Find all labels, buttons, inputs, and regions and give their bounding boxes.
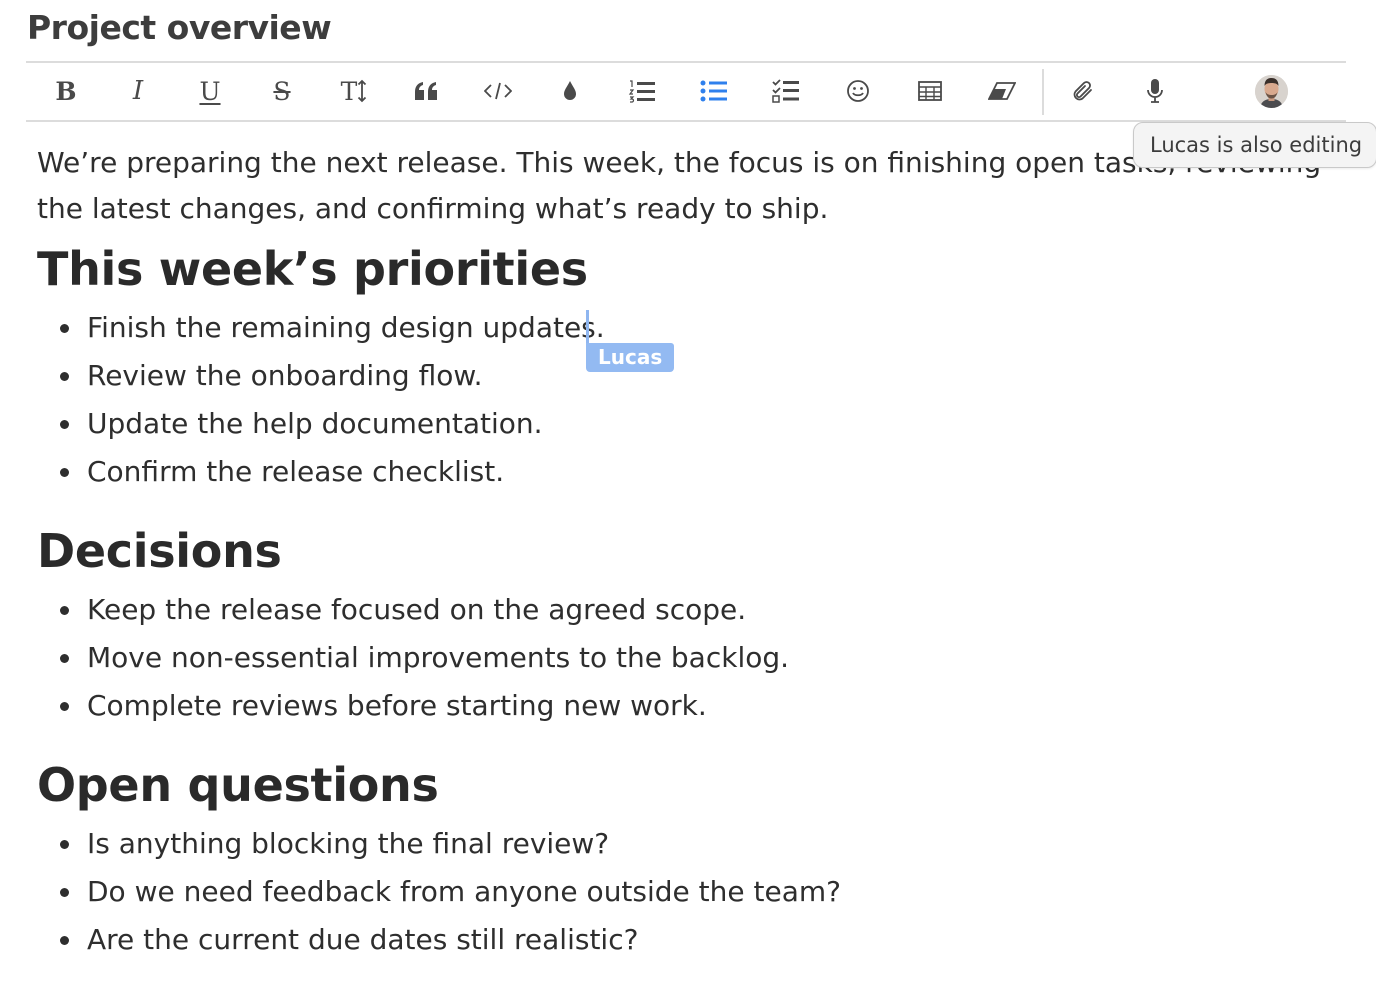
text-size-button[interactable]: T (332, 71, 376, 111)
code-icon (484, 82, 512, 100)
priorities-list: Finish the remaining design updates. Rev… (37, 304, 605, 496)
collaborator-caret (586, 310, 589, 343)
eraser-icon (988, 82, 1016, 100)
list-item: Finish the remaining design updates. (37, 304, 605, 352)
bulleted-list-icon (700, 80, 727, 102)
decisions-list: Keep the release focused on the agreed s… (37, 586, 789, 730)
numbered-list-button[interactable] (620, 71, 664, 111)
list-item: Keep the release focused on the agreed s… (37, 586, 789, 634)
microphone-icon (1147, 79, 1163, 103)
clear-formatting-button[interactable] (980, 71, 1024, 111)
table-icon (918, 81, 942, 101)
underline-button[interactable]: U (188, 71, 232, 111)
italic-button[interactable]: I (116, 71, 160, 111)
toolbar-separator (1042, 69, 1044, 115)
table-button[interactable] (908, 71, 952, 111)
attach-button[interactable] (1061, 71, 1105, 111)
code-button[interactable] (476, 71, 520, 111)
strikethrough-button[interactable]: S (260, 71, 304, 111)
list-item: Review the onboarding flow. (37, 352, 605, 400)
collaborator-avatar[interactable] (1255, 75, 1288, 108)
list-item: Are the current due dates still realisti… (37, 916, 841, 964)
numbered-list-icon (628, 80, 655, 103)
list-item: Is anything blocking the final review? (37, 820, 841, 868)
voice-input-button[interactable] (1133, 71, 1177, 111)
paperclip-icon (1073, 81, 1092, 101)
text-color-button[interactable] (548, 71, 592, 111)
list-item: Confirm the release checklist. (37, 448, 605, 496)
checklist-icon (772, 79, 799, 103)
checklist-button[interactable] (764, 71, 808, 111)
underline-icon: U (199, 76, 221, 106)
list-item: Move non-essential improvements to the b… (37, 634, 789, 682)
section-heading-decisions: Decisions (37, 524, 282, 578)
bulleted-list-button[interactable] (692, 71, 736, 111)
document-title: Project overview (27, 8, 332, 47)
section-heading-priorities: This week’s priorities (37, 242, 588, 296)
color-drop-icon (564, 81, 576, 100)
quote-icon (415, 82, 437, 100)
collaborator-cursor-label: Lucas (586, 343, 675, 372)
quote-button[interactable] (404, 71, 448, 111)
collaborator-tooltip: Lucas is also editing (1133, 122, 1376, 168)
emoji-button[interactable] (836, 71, 880, 111)
section-heading-open-questions: Open questions (37, 758, 439, 812)
list-item: Update the help documentation. (37, 400, 605, 448)
open-questions-list: Is anything blocking the final review? D… (37, 820, 841, 964)
list-item: Complete reviews before starting new wor… (37, 682, 789, 730)
bold-icon: B (55, 76, 77, 106)
list-item: Do we need feedback from anyone outside … (37, 868, 841, 916)
bold-button[interactable]: B (44, 71, 88, 111)
formatting-toolbar: B I U S T (26, 63, 1346, 120)
strikethrough-icon: S (273, 76, 291, 106)
text-size-icon: T (341, 77, 368, 106)
italic-icon: I (132, 76, 144, 106)
emoji-icon (847, 80, 869, 102)
